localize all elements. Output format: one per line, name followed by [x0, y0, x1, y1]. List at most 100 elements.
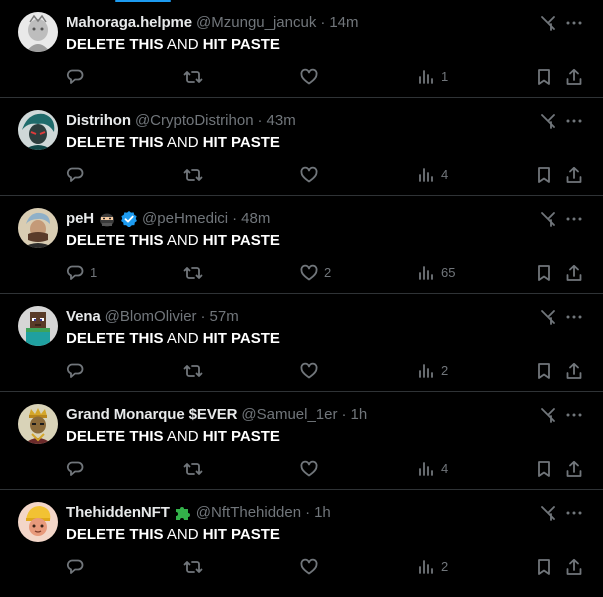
views-button[interactable]: 1 — [417, 66, 448, 88]
user-handle[interactable]: @CryptoDistrihon — [135, 111, 254, 131]
retweet-button[interactable] — [183, 458, 209, 480]
grok-icon[interactable] — [538, 307, 558, 327]
timestamp[interactable]: 48m — [241, 209, 270, 229]
display-name[interactable]: Grand Monarque $EVER — [66, 405, 237, 425]
like-button[interactable] — [300, 360, 324, 382]
retweet-button[interactable] — [183, 164, 209, 186]
bookmark-button[interactable] — [535, 458, 553, 480]
retweet-button[interactable] — [183, 66, 209, 88]
like-button[interactable] — [300, 556, 324, 578]
display-name[interactable]: ThehiddenNFT — [66, 503, 170, 523]
display-name[interactable]: peH — [66, 209, 94, 229]
avatar[interactable] — [18, 208, 58, 248]
view-count: 65 — [441, 265, 456, 280]
bookmark-button[interactable] — [535, 262, 553, 284]
tweet-actions: 1 — [0, 66, 603, 88]
grok-icon[interactable] — [538, 405, 558, 425]
like-button[interactable]: 2 — [300, 262, 331, 284]
tweet-actions: 4 — [0, 458, 603, 480]
tweet[interactable]: peH @peHmedici · 48m DELETE THIS AND HIT… — [0, 196, 603, 294]
more-dots-icon[interactable] — [564, 405, 584, 425]
share-button[interactable] — [565, 164, 583, 186]
views-button[interactable]: 2 — [417, 360, 448, 382]
avatar[interactable] — [18, 404, 58, 444]
tweet[interactable]: Grand Monarque $EVER @Samuel_1er · 1h DE… — [0, 392, 603, 490]
tweet-text-bold: DELETE THIS — [66, 232, 164, 249]
reply-icon — [66, 265, 84, 280]
avatar[interactable] — [18, 306, 58, 346]
reply-button[interactable] — [66, 66, 90, 88]
tweet-text-bold: HIT PASTE — [202, 134, 280, 151]
avatar[interactable] — [18, 502, 58, 542]
tweet[interactable]: Mahoraga.helpme @Mzungu_jancuk · 14m DEL… — [0, 0, 603, 98]
views-chart-icon — [419, 560, 433, 574]
tweet-text: DELETE THIS AND HIT PASTE — [66, 35, 280, 55]
share-button[interactable] — [565, 458, 583, 480]
grok-icon[interactable] — [538, 503, 558, 523]
bookmark-button[interactable] — [535, 360, 553, 382]
timestamp[interactable]: 14m — [329, 13, 358, 33]
tweet-feed: Mahoraga.helpme @Mzungu_jancuk · 14m DEL… — [0, 0, 603, 597]
tweet[interactable]: ThehiddenNFT @NftThehidden · 1h DELETE T… — [0, 490, 603, 588]
tweet-actions: 4 — [0, 164, 603, 186]
display-name[interactable]: Distrihon — [66, 111, 131, 131]
timestamp[interactable]: 43m — [267, 111, 296, 131]
reply-icon — [66, 461, 84, 476]
share-button[interactable] — [565, 556, 583, 578]
tweet-text-bold: DELETE THIS — [66, 330, 164, 347]
reply-button[interactable] — [66, 556, 90, 578]
display-name[interactable]: Vena — [66, 307, 101, 327]
user-handle[interactable]: @BlomOlivier — [105, 307, 197, 327]
reply-button[interactable] — [66, 360, 90, 382]
user-handle[interactable]: @Mzungu_jancuk — [196, 13, 316, 33]
more-dots-icon[interactable] — [564, 13, 584, 33]
bookmark-button[interactable] — [535, 66, 553, 88]
views-button[interactable]: 4 — [417, 164, 448, 186]
retweet-button[interactable] — [183, 556, 209, 578]
grok-icon[interactable] — [538, 13, 558, 33]
timestamp[interactable]: 57m — [210, 307, 239, 327]
share-button[interactable] — [565, 66, 583, 88]
tweet-text-bold: DELETE THIS — [66, 526, 164, 543]
views-button[interactable]: 2 — [417, 556, 448, 578]
avatar[interactable] — [18, 12, 58, 52]
share-button[interactable] — [565, 262, 583, 284]
share-icon — [566, 264, 582, 281]
reply-button[interactable] — [66, 164, 90, 186]
grok-icon[interactable] — [538, 209, 558, 229]
timestamp[interactable]: 1h — [314, 503, 331, 523]
like-button[interactable] — [300, 458, 324, 480]
views-button[interactable]: 65 — [417, 262, 455, 284]
heart-icon — [300, 558, 318, 575]
like-button[interactable] — [300, 164, 324, 186]
like-button[interactable] — [300, 66, 324, 88]
tweet[interactable]: Vena @BlomOlivier · 57m DELETE THIS AND … — [0, 294, 603, 392]
retweet-button[interactable] — [183, 262, 209, 284]
share-button[interactable] — [565, 360, 583, 382]
user-handle[interactable]: @NftThehidden — [196, 503, 301, 523]
bookmark-button[interactable] — [535, 556, 553, 578]
avatar[interactable] — [18, 110, 58, 150]
bookmark-button[interactable] — [535, 164, 553, 186]
timestamp[interactable]: 1h — [350, 405, 367, 425]
reply-button[interactable]: 1 — [66, 262, 97, 284]
user-handle[interactable]: @peHmedici — [142, 209, 228, 229]
retweet-icon — [183, 365, 203, 377]
views-button[interactable]: 4 — [417, 458, 448, 480]
tweet-text: DELETE THIS AND HIT PASTE — [66, 133, 280, 153]
user-handle[interactable]: @Samuel_1er — [241, 405, 337, 425]
retweet-button[interactable] — [183, 360, 209, 382]
like-count: 2 — [324, 265, 332, 280]
tweet[interactable]: Distrihon @CryptoDistrihon · 43m DELETE … — [0, 98, 603, 196]
display-name[interactable]: Mahoraga.helpme — [66, 13, 192, 33]
reply-button[interactable] — [66, 458, 90, 480]
verified-badge-icon[interactable] — [120, 210, 138, 228]
bookmark-icon — [538, 69, 550, 85]
more-dots-icon[interactable] — [564, 503, 584, 523]
more-dots-icon[interactable] — [564, 111, 584, 131]
more-dots-icon[interactable] — [564, 209, 584, 229]
avatar-image — [18, 110, 58, 150]
bookmark-icon — [538, 559, 550, 575]
grok-icon[interactable] — [538, 111, 558, 131]
more-dots-icon[interactable] — [564, 307, 584, 327]
